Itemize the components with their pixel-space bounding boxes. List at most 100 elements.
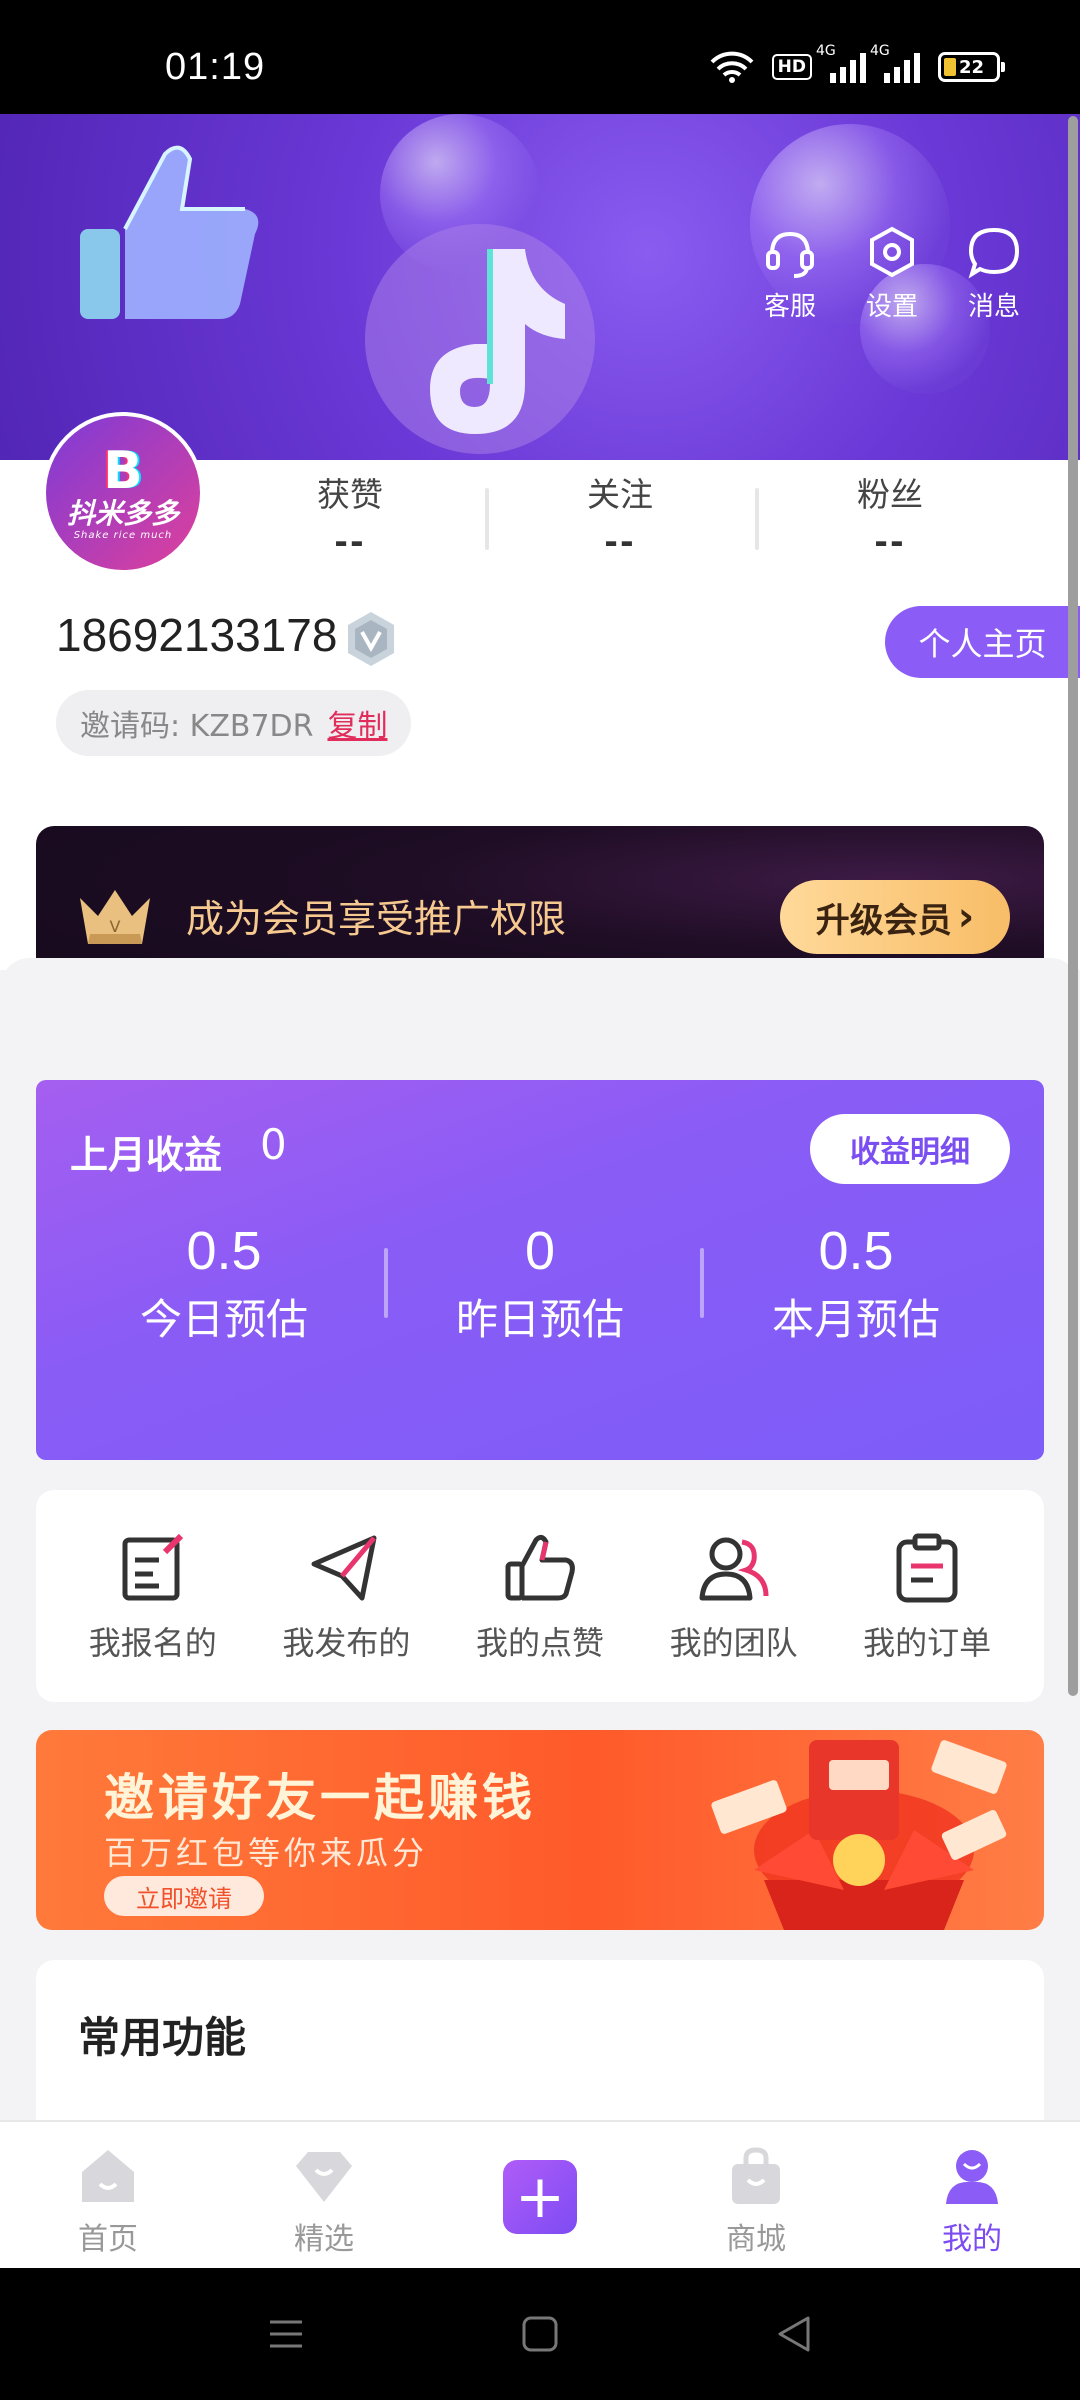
scrollbar[interactable] bbox=[1068, 116, 1078, 1696]
stat-label: 粉丝 bbox=[857, 475, 923, 514]
status-bar: 01:19 HD 4G 4G 22 bbox=[0, 0, 1080, 114]
personal-homepage-button[interactable]: 个人主页 bbox=[885, 606, 1080, 678]
invite-code-text: 邀请码: KZB7DR bbox=[80, 709, 314, 744]
my-team-link[interactable]: 我的团队 bbox=[644, 1490, 824, 1702]
estimate-month: 0.5 本月预估 bbox=[700, 1220, 1006, 1347]
network-type-1: 4G bbox=[816, 43, 836, 59]
earnings-detail-button[interactable]: 收益明细 bbox=[810, 1114, 1010, 1184]
avatar[interactable]: B 抖米多多 Shake rice much bbox=[42, 412, 204, 574]
stat-label: 关注 bbox=[587, 475, 653, 514]
copy-invite-code-link[interactable]: 复制 bbox=[327, 701, 387, 745]
messages-label: 消息 bbox=[967, 292, 1020, 322]
user-phone: 18692133178 bbox=[56, 609, 338, 661]
stat-value: -- bbox=[874, 522, 906, 561]
tab-home[interactable]: 首页 bbox=[38, 2122, 178, 2268]
quick-link-label: 我的团队 bbox=[669, 1624, 798, 1662]
customer-service-button[interactable]: 客服 bbox=[759, 224, 821, 323]
earnings-card: 上月收益 0 收益明细 0.5 今日预估 0 昨日预估 0.5 本月预估 bbox=[36, 1080, 1044, 1460]
estimate-today: 0.5 今日预估 bbox=[74, 1220, 374, 1347]
tab-label: 我的 bbox=[942, 2222, 1002, 2257]
battery-icon: 22 bbox=[938, 52, 1005, 82]
app-root: 01:19 HD 4G 4G 22 客服 设置 消息 B 抖米多多 Shake … bbox=[0, 0, 1080, 2400]
tab-label: 精选 bbox=[294, 2222, 354, 2257]
signal-icon-2: 4G bbox=[870, 43, 920, 83]
avatar-letter: B bbox=[103, 440, 143, 501]
bottom-tab-bar: 首页 精选 + 商城 我的 bbox=[0, 2120, 1080, 2268]
signal-icon-1: 4G bbox=[816, 43, 866, 83]
profile-stats: 获赞 -- 关注 -- 粉丝 -- bbox=[215, 468, 1025, 561]
settings-label: 设置 bbox=[865, 292, 918, 322]
tab-mine[interactable]: 我的 bbox=[902, 2122, 1042, 2268]
tab-featured[interactable]: 精选 bbox=[254, 2122, 394, 2268]
status-icons: HD 4G 4G 22 bbox=[710, 43, 1005, 84]
my-posts-link[interactable]: 我发布的 bbox=[256, 1490, 436, 1702]
estimate-label: 本月预估 bbox=[771, 1295, 940, 1344]
stat-following[interactable]: 关注 -- bbox=[485, 468, 755, 561]
avatar-brand: 抖米多多 bbox=[66, 496, 179, 530]
profile-icon bbox=[946, 2150, 998, 2204]
my-likes-link[interactable]: 我的点赞 bbox=[450, 1490, 630, 1702]
back-triangle-icon[interactable] bbox=[772, 2312, 816, 2356]
promo-subtitle: 百万红包等你来瓜分 bbox=[104, 1834, 429, 1872]
system-navigation-bar bbox=[0, 2268, 1080, 2400]
stat-label: 获赞 bbox=[317, 475, 383, 514]
estimate-value: 0 bbox=[524, 1221, 556, 1281]
stat-value: -- bbox=[334, 522, 366, 561]
profile-banner: 客服 设置 消息 bbox=[0, 114, 1080, 460]
team-people-icon bbox=[699, 1537, 769, 1601]
header-actions: 客服 设置 消息 bbox=[759, 224, 1025, 323]
upgrade-membership-button[interactable]: 升级会员 › bbox=[780, 880, 1010, 954]
my-orders-link[interactable]: 我的订单 bbox=[837, 1490, 1017, 1702]
estimate-value: 0.5 bbox=[818, 1221, 894, 1281]
thumbs-up-decoration-icon bbox=[80, 145, 259, 319]
invite-friends-banner[interactable]: 邀请好友一起赚钱 百万红包等你来瓜分 立即邀请 bbox=[36, 1730, 1044, 1930]
quick-link-label: 我的点赞 bbox=[475, 1624, 604, 1662]
tab-label: 首页 bbox=[78, 2222, 138, 2257]
headset-icon bbox=[766, 231, 814, 278]
invite-now-button[interactable]: 立即邀请 bbox=[104, 1876, 264, 1916]
crown-icon: V bbox=[80, 890, 150, 944]
paper-plane-icon bbox=[311, 1535, 377, 1601]
estimate-label: 昨日预估 bbox=[455, 1295, 624, 1344]
promo-title: 邀请好友一起赚钱 bbox=[104, 1769, 536, 1827]
tab-label: 商城 bbox=[726, 2222, 786, 2257]
clipboard-icon bbox=[896, 1533, 958, 1603]
status-time: 01:19 bbox=[165, 46, 266, 88]
signup-form-icon bbox=[122, 1533, 183, 1601]
home-icon bbox=[82, 2150, 134, 2202]
messages-button[interactable]: 消息 bbox=[963, 224, 1025, 323]
common-functions-title: 常用功能 bbox=[78, 2013, 247, 2062]
stat-likes[interactable]: 获赞 -- bbox=[215, 468, 485, 561]
estimate-value: 0.5 bbox=[186, 1221, 262, 1281]
content-sheet-edge bbox=[0, 958, 1080, 1018]
quick-link-label: 我报名的 bbox=[88, 1624, 217, 1662]
stat-value: -- bbox=[604, 522, 636, 561]
estimate-yesterday: 0 昨日预估 bbox=[384, 1220, 690, 1347]
quick-links: 我报名的 我发布的 我的点赞 我的团队 我的订单 bbox=[36, 1490, 1044, 1702]
avatar-slogan: Shake rice much bbox=[73, 530, 173, 542]
recents-menu-icon[interactable] bbox=[264, 2312, 308, 2356]
settings-button[interactable]: 设置 bbox=[861, 224, 923, 323]
stat-fans[interactable]: 粉丝 -- bbox=[755, 468, 1025, 561]
quick-link-label: 我的订单 bbox=[863, 1624, 992, 1662]
earnings-estimates: 0.5 今日预估 0 昨日预估 0.5 本月预估 bbox=[36, 1220, 1044, 1347]
svg-text:V: V bbox=[110, 917, 121, 936]
hd-voice-icon: HD bbox=[771, 54, 812, 80]
upgrade-membership-label: 升级会员 bbox=[815, 900, 952, 941]
music-note-decoration-icon bbox=[365, 224, 595, 454]
home-square-icon[interactable] bbox=[518, 2312, 562, 2356]
wifi-icon bbox=[710, 51, 754, 83]
plus-icon: + bbox=[503, 2160, 577, 2234]
thumbs-up-icon bbox=[505, 1534, 575, 1601]
my-signups-link[interactable]: 我报名的 bbox=[63, 1490, 243, 1702]
invite-code-pill: 邀请码: KZB7DR 复制 bbox=[56, 690, 412, 756]
settings-hexagon-icon bbox=[870, 226, 914, 278]
last-month-earnings-value: 0 bbox=[260, 1120, 287, 1169]
tab-mall[interactable]: 商城 bbox=[686, 2122, 826, 2268]
tab-publish[interactable]: + bbox=[470, 2122, 610, 2268]
network-type-2: 4G bbox=[870, 43, 890, 59]
quick-link-label: 我发布的 bbox=[282, 1624, 411, 1662]
featured-icon bbox=[296, 2152, 352, 2202]
battery-level: 22 bbox=[959, 56, 985, 78]
membership-promo-text: 成为会员享受推广权限 bbox=[186, 897, 567, 941]
